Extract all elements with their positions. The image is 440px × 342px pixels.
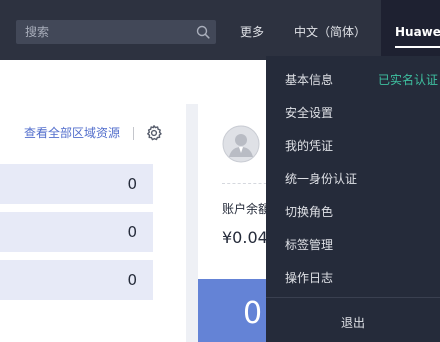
menu-divider [266, 297, 440, 298]
active-tab-indicator [395, 46, 440, 48]
resource-count: 0 [127, 223, 137, 241]
language-selector[interactable]: 中文（简体） [294, 24, 366, 40]
menu-item-tag-management[interactable]: 标签管理 [285, 237, 333, 253]
highlight-count: 0 [243, 296, 263, 331]
menu-item-credentials[interactable]: 我的凭证 [285, 138, 333, 154]
nav-more-menu[interactable]: 更多 [240, 24, 264, 40]
gear-icon[interactable] [145, 124, 163, 142]
link-separator [133, 127, 134, 140]
dashed-divider [222, 183, 272, 184]
view-all-regions-link[interactable]: 查看全部区域资源 [24, 125, 120, 141]
resource-stat-row[interactable]: 0 [0, 164, 153, 204]
resource-stat-row[interactable]: 0 [0, 212, 153, 252]
avatar [222, 125, 260, 163]
search-icon[interactable] [196, 25, 210, 39]
user-menu-tab[interactable]: Huawei_ [381, 0, 440, 60]
balance-label: 账户余額 [222, 202, 271, 216]
logout-button[interactable]: 退出 [266, 315, 440, 331]
menu-item-switch-role[interactable]: 切换角色 [285, 204, 333, 220]
verified-status-link[interactable]: 已实名认证 [378, 72, 438, 88]
user-name[interactable]: Huawei_ [395, 24, 440, 40]
resource-count: 0 [127, 175, 137, 193]
menu-item-operation-log[interactable]: 操作日志 [285, 270, 333, 286]
menu-item-basic-info[interactable]: 基本信息 [285, 72, 333, 88]
balance-value: ¥0.04 [222, 228, 268, 247]
user-dropdown-menu: 基本信息 已实名认证 安全设置 我的凭证 统一身份认证 切换角色 标签管理 操作… [266, 56, 440, 342]
resource-count: 0 [127, 271, 137, 289]
search-box[interactable] [16, 20, 216, 44]
resource-stat-row[interactable]: 0 [0, 260, 153, 300]
search-input[interactable] [25, 20, 185, 44]
menu-item-identity-auth[interactable]: 统一身份认证 [285, 171, 357, 187]
top-nav-bar: 更多 中文（简体） Huawei_ [0, 0, 440, 60]
menu-item-security-settings[interactable]: 安全设置 [285, 105, 333, 121]
